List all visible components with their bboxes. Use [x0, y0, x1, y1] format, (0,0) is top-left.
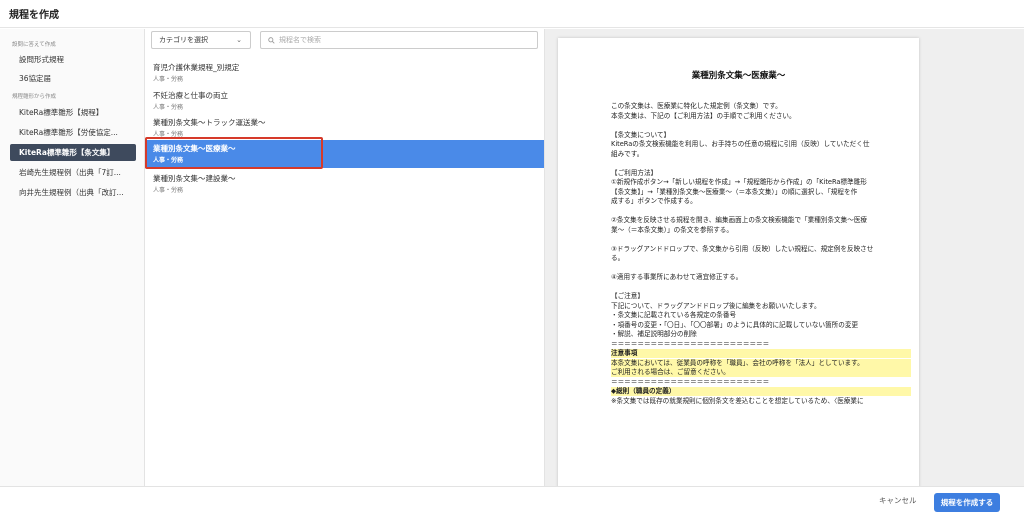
sidebar-item-label: KiteRa標準雛形【規程】 — [19, 108, 104, 117]
cancel-button[interactable]: キャンセル — [879, 495, 917, 506]
document-page: 業種別条文集〜医療業〜 この条文集は、医療業に特化した規定例（条文集）です。 本条… — [558, 38, 919, 486]
list-item-selected[interactable]: 業種別条文集〜医療業〜 人事・労務 — [145, 140, 544, 168]
list-item[interactable]: 業種別条文集〜建設業〜 人事・労務 — [145, 170, 544, 198]
document-line: 成する」ボタンで作成する。 — [611, 197, 697, 205]
chevron-down-icon: ⌄ — [236, 36, 242, 44]
list-item[interactable]: 不妊治療と仕事の両立 人事・労務 — [145, 87, 544, 115]
sidebar-item-kitera-rules[interactable]: KiteRa標準雛形【規程】 — [10, 104, 136, 121]
document-line: ②条文集を反映させる規程を開き、編集画面上の条文検索機能で「業種別条文集〜医療 — [611, 216, 868, 224]
list-item[interactable]: 業種別条文集〜トラック運送業〜 人事・労務 — [145, 114, 544, 142]
list-item-title: 育児介護休業規程_別規定 — [153, 63, 240, 72]
document-line: 【条文集について】 — [611, 130, 671, 139]
list-item-category: 人事・労務 — [153, 76, 184, 83]
document-line: ＝＝＝＝＝＝＝＝＝＝＝＝＝＝＝＝＝＝＝＝＝＝＝＝ — [611, 339, 770, 348]
list-item-title: 業種別条文集〜建設業〜 — [153, 174, 236, 183]
list-item-category: 人事・労務 — [153, 157, 184, 164]
sidebar-item-label: KiteRa標準雛形【条文集】 — [19, 148, 115, 157]
document-line: 組みです。 — [611, 149, 644, 158]
document-line: ・解説、補足説明部分の削除 — [611, 330, 697, 338]
document-line: ※条文集では既存の就業規則に個別条文を差込むことを想定しているため、〈医療業に — [611, 396, 864, 405]
sidebar-item-label: 36協定届 — [19, 74, 52, 83]
dialog-footer: キャンセル 規程を作成する — [0, 486, 1024, 516]
document-line: 注意事項 — [611, 349, 911, 358]
list-item-title: 業種別条文集〜トラック運送業〜 — [153, 118, 266, 127]
sidebar-item-mukai-examples[interactable]: 向井先生規程例（出典「改訂... — [10, 184, 136, 201]
list-item-category: 人事・労務 — [153, 131, 184, 138]
sidebar-item-label: KiteRa標準雛形【労使協定... — [19, 128, 118, 137]
document-line: ①新規作成ボタン→「新しい規程を作成」→「規程雛形から作成」の「KiteRa標準… — [611, 178, 867, 186]
document-line: 本条文集は、下記の【ご利用方法】の手順でご利用ください。 — [611, 111, 796, 120]
dialog-header: 規程を作成 — [0, 0, 1024, 28]
document-title: 業種別条文集〜医療業〜 — [691, 71, 786, 81]
document-line: 本条文集においては、従業員の呼称を「職員」、会社の呼称を「法人」としています。 — [611, 358, 911, 368]
document-line: 下記について、ドラッグアンドドロップ後に編集をお願いいたします。 — [611, 301, 821, 310]
document-line: る。 — [611, 254, 625, 262]
document-line: 業〜（＝本条文集）」の条文を参照する。 — [611, 225, 733, 234]
template-list-panel: カテゴリを選択 ⌄ 育児介護休業規程_別規定 人事・労務 不妊治療と仕事の両立 … — [145, 29, 545, 486]
sidebar-item-label: 設問形式規程 — [19, 55, 64, 64]
document-line: ＝＝＝＝＝＝＝＝＝＝＝＝＝＝＝＝＝＝＝＝＝＝＝＝ — [611, 377, 770, 386]
list-item-title: 業種別条文集〜医療業〜 — [153, 144, 236, 153]
document-line: 【ご注意】 — [611, 292, 644, 300]
sidebar-item-kitera-labor-agreement[interactable]: KiteRa標準雛形【労使協定... — [10, 124, 136, 141]
document-line: ④適用する事業所にあわせて適宜修正する。 — [611, 273, 743, 281]
sidebar-item-36-agreement[interactable]: 36協定届 — [10, 70, 136, 87]
document-line: 【条文集】」→「業種別条文集〜医療業〜（＝本条文集）」の順に選択し、「規程を作 — [611, 187, 858, 196]
list-item[interactable]: 育児介護休業規程_別規定 人事・労務 — [145, 59, 544, 87]
document-line: ・項番号の変更・「〇日」、「〇〇部署」のように具体的に記載していない箇所の変更 — [611, 320, 859, 329]
document-preview-pane: 業種別条文集〜医療業〜 この条文集は、医療業に特化した規定例（条文集）です。 本条… — [545, 29, 1024, 486]
sidebar-section-template: 規程雛形から作成 — [12, 94, 57, 100]
category-select-label: カテゴリを選択 — [159, 36, 208, 44]
sidebar-item-iwasaki-examples[interactable]: 岩崎先生規程例（出典「7訂... — [10, 164, 136, 181]
template-source-sidebar: 設問に答えて作成 設問形式規程 36協定届 規程雛形から作成 KiteRa標準雛… — [0, 29, 145, 486]
search-box[interactable] — [260, 31, 538, 49]
category-select[interactable]: カテゴリを選択 ⌄ — [151, 31, 251, 49]
document-line: ご利用される場合は、ご留意ください。 — [611, 368, 911, 377]
sidebar-item-label: 向井先生規程例（出典「改訂... — [19, 188, 124, 197]
search-icon — [268, 32, 275, 48]
document-line: ◆総則（職員の定義） — [611, 387, 911, 396]
sidebar-section-questionnaire: 設問に答えて作成 — [12, 42, 56, 48]
document-line: 【ご利用方法】 — [611, 168, 658, 177]
create-rule-button[interactable]: 規程を作成する — [934, 493, 1000, 512]
sidebar-item-kitera-clauses[interactable]: KiteRa標準雛形【条文集】 — [10, 144, 136, 161]
dialog-title: 規程を作成 — [9, 10, 59, 21]
document-line: ③ドラッグアンドドロップで、条文集から引用（反映）したい規程に、規定例を反映させ — [611, 244, 874, 253]
search-input[interactable] — [279, 33, 529, 47]
document-line: この条文集は、医療業に特化した規定例（条文集）です。 — [611, 102, 782, 110]
list-item-title: 不妊治療と仕事の両立 — [153, 91, 228, 100]
sidebar-item-label: 岩崎先生規程例（出典「7訂... — [19, 168, 121, 177]
sidebar-item-question-form[interactable]: 設問形式規程 — [10, 51, 136, 68]
document-line: KiteRaの条文検索機能を利用し、お手持ちの任意の規程に引用（反映）していただ… — [611, 140, 870, 148]
document-line: ・条文集に記載されている各規定の条番号 — [611, 311, 737, 319]
list-item-category: 人事・労務 — [153, 104, 184, 111]
list-item-category: 人事・労務 — [153, 187, 184, 194]
